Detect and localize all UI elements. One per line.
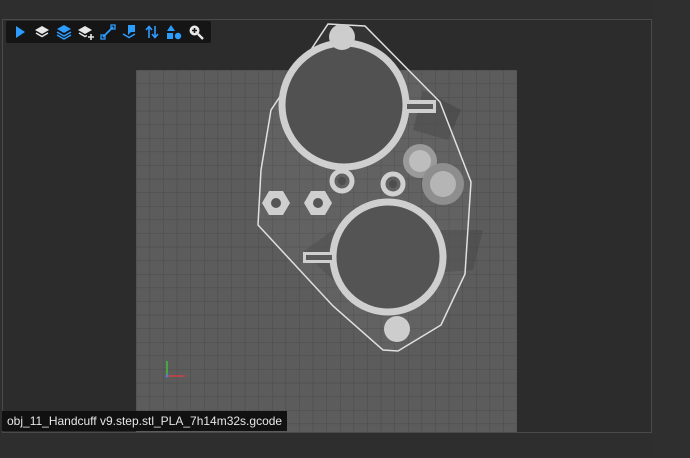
viewer-toolbar <box>6 21 211 43</box>
play-button[interactable] <box>11 23 29 41</box>
file-name-label: obj_11_Handcuff v9.step.stl_PLA_7h14m32s… <box>2 411 288 431</box>
zoom-in-button[interactable] <box>187 23 205 41</box>
play-icon <box>16 26 25 38</box>
layer-add-button[interactable] <box>77 23 95 41</box>
upper-ring-arm-slot <box>407 104 433 109</box>
print-preview-scene[interactable] <box>3 20 651 432</box>
shapes-button[interactable] <box>165 23 183 41</box>
layers-icon <box>56 25 72 40</box>
gcode-viewer: obj_11_Handcuff v9.step.stl_PLA_7h14m32s… <box>0 0 690 458</box>
lower-ring-tab <box>384 316 410 342</box>
lower-ring-arm-slot <box>306 255 332 260</box>
layer-export-button[interactable] <box>121 23 139 41</box>
layers-button[interactable] <box>55 23 73 41</box>
layer-export-icon <box>122 25 136 39</box>
layer-down-icon <box>35 26 49 38</box>
3d-viewport[interactable] <box>2 19 652 433</box>
hinge-disc <box>409 150 431 172</box>
line-segment-icon <box>100 24 116 40</box>
line-segment-button[interactable] <box>99 23 117 41</box>
sort-arrows-button[interactable] <box>143 23 161 41</box>
hinge-disc <box>430 171 456 197</box>
upper-ring-tab <box>329 24 355 50</box>
right-panel-gutter <box>652 0 690 458</box>
shapes-icon <box>167 25 182 40</box>
layer-add-icon <box>78 26 94 40</box>
zoom-in-icon <box>189 25 204 40</box>
sort-arrows-icon <box>145 25 159 39</box>
layer-down-button[interactable] <box>33 23 51 41</box>
